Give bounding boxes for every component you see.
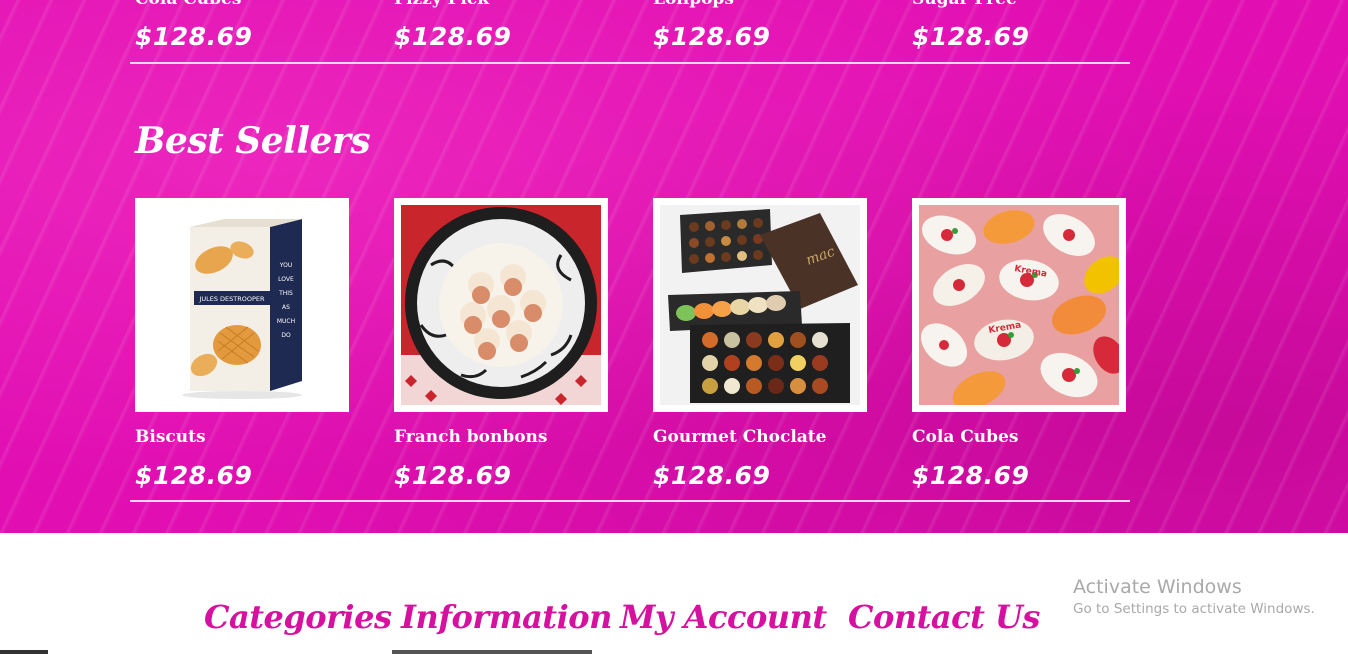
svg-text:THIS: THIS (278, 290, 293, 297)
section-divider (130, 500, 1130, 502)
product-name[interactable]: Cola Cubes (912, 427, 1018, 447)
product-name[interactable]: Franch bonbons (394, 427, 547, 447)
product-price: $128.69 (394, 22, 512, 51)
product-name[interactable]: Fizzy Pick (394, 0, 489, 9)
activate-windows-subtitle: Go to Settings to activate Windows. (1073, 601, 1315, 617)
section-title: Best Sellers (135, 120, 371, 162)
svg-text:AS: AS (282, 304, 290, 311)
svg-text:MUCH: MUCH (277, 318, 295, 325)
svg-text:DO: DO (281, 332, 291, 339)
product-name[interactable]: Lolipops (653, 0, 734, 9)
footer-edge (392, 650, 592, 654)
svg-text:YOU: YOU (279, 262, 292, 269)
footer-heading-my-account: My Account (620, 598, 827, 636)
section-divider (130, 62, 1130, 64)
product-price: $128.69 (135, 461, 253, 490)
product-price: $128.69 (135, 22, 253, 51)
product-name[interactable]: Sugar Free (912, 0, 1017, 9)
product-card-chocolate[interactable]: mac (653, 198, 867, 412)
product-price: $128.69 (653, 461, 771, 490)
product-card-cola-cubes[interactable]: Krema Krema (912, 198, 1126, 412)
product-image[interactable] (401, 205, 601, 405)
activate-windows-title: Activate Windows (1073, 576, 1242, 598)
product-price: $128.69 (394, 461, 512, 490)
footer-heading-information: Information (401, 598, 612, 636)
footer-heading-categories: Categories (204, 598, 392, 636)
product-price: $128.69 (653, 22, 771, 51)
svg-text:JULES DESTROOPER: JULES DESTROOPER (198, 295, 265, 303)
product-image[interactable]: mac (660, 205, 860, 405)
product-image[interactable]: Krema Krema (919, 205, 1119, 405)
product-name[interactable]: Biscuts (135, 427, 206, 447)
footer-edge (0, 650, 48, 654)
product-name[interactable]: Gourmet Choclate (653, 427, 826, 447)
product-card-biscuits[interactable]: JULES DESTROOPER YOU LOVE THIS AS MUCH D… (135, 198, 349, 412)
product-card-bonbons[interactable] (394, 198, 608, 412)
footer-heading-contact-us: Contact Us (848, 598, 1040, 636)
product-price: $128.69 (912, 461, 1030, 490)
product-name[interactable]: Cola Cubes (135, 0, 241, 9)
product-price: $128.69 (912, 22, 1030, 51)
svg-text:LOVE: LOVE (278, 276, 294, 283)
product-image[interactable]: JULES DESTROOPER YOU LOVE THIS AS MUCH D… (142, 205, 342, 405)
